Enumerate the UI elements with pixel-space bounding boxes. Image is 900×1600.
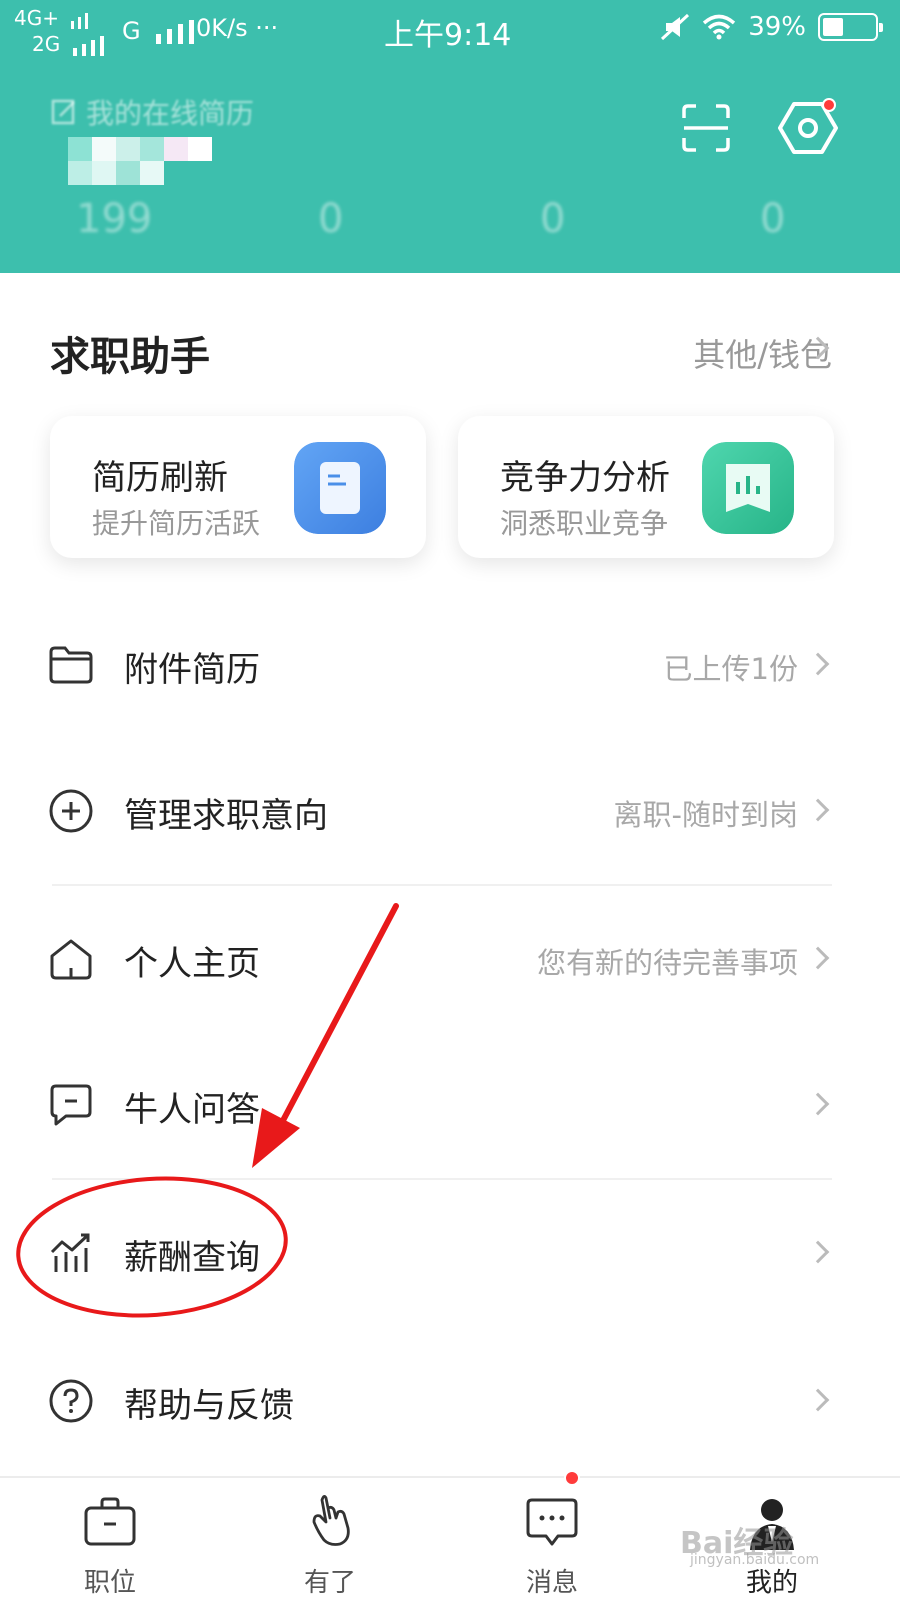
- tab-label: 有了: [303, 1568, 356, 1598]
- card-title: 竞争力分析: [500, 458, 670, 498]
- resume-refresh-card[interactable]: 简历刷新 提升简历活跃: [50, 416, 426, 558]
- mute-icon: [661, 13, 690, 41]
- menu-item-homepage[interactable]: 个人主页 您有新的待完善事项: [0, 898, 900, 1018]
- battery-icon: [818, 13, 883, 41]
- settings-badge: [822, 98, 836, 112]
- online-resume-link[interactable]: 我的在线简历: [50, 92, 254, 132]
- menu-item-qa[interactable]: 牛人问答: [0, 1044, 900, 1164]
- chevron-right-icon: [806, 798, 830, 822]
- chevron-right-icon: [806, 946, 830, 970]
- job-helper-title: 求职助手: [50, 334, 210, 380]
- home-icon: [50, 939, 92, 980]
- tab-label: 职位: [83, 1568, 136, 1598]
- tab-messages[interactable]: 消息: [492, 1470, 612, 1600]
- stat-value[interactable]: 0: [318, 196, 343, 242]
- watermark-url: jingyan.baidu.com: [690, 1552, 820, 1568]
- message-badge: [564, 1470, 580, 1486]
- briefcase-icon: [84, 1497, 136, 1546]
- menu-label: 帮助与反馈: [124, 1386, 294, 1426]
- menu-value: 已上传1份: [663, 652, 798, 686]
- menu-value: 您有新的待完善事项: [536, 946, 798, 980]
- menu-label: 薪酬查询: [124, 1238, 260, 1278]
- menu-item-job-intention[interactable]: 管理求职意向 离职-随时到岗: [0, 750, 900, 870]
- profile-stats: 199 0 0 0: [0, 196, 900, 258]
- signal-icon: [156, 20, 195, 44]
- card-title: 简历刷新: [92, 458, 228, 498]
- scan-icon[interactable]: [682, 104, 730, 152]
- wifi-icon: [703, 14, 736, 40]
- tab-youle[interactable]: 有了: [270, 1478, 390, 1600]
- edit-icon: [51, 99, 75, 125]
- tab-jobs[interactable]: 职位: [50, 1478, 170, 1600]
- menu-label: 附件简历: [124, 650, 260, 690]
- help-icon: [49, 1379, 93, 1423]
- status-bar: 4G+ 2G G 0K/s ··· 上午9:14 39%: [0, 0, 900, 62]
- competitiveness-card[interactable]: 竞争力分析 洞悉职业竞争: [458, 416, 834, 558]
- network-g-label: G: [122, 17, 141, 45]
- signal-icon: [72, 35, 104, 56]
- menu-value: 离职-随时到岗: [613, 798, 798, 832]
- more-dots: ···: [255, 14, 279, 42]
- stat-value[interactable]: 0: [540, 196, 565, 242]
- divider: [52, 884, 832, 886]
- signal-icon: [71, 12, 89, 29]
- battery-percent: 39%: [748, 12, 806, 42]
- chevron-right-icon: [806, 1240, 830, 1264]
- tab-label: 消息: [525, 1568, 578, 1598]
- divider: [52, 1178, 832, 1180]
- bar-chart-icon: [702, 442, 794, 534]
- online-resume-label: 我的在线简历: [86, 97, 255, 130]
- card-subtitle: 洞悉职业竞争: [500, 507, 669, 540]
- chevron-right-icon: [806, 1388, 830, 1412]
- menu-item-attachment-resume[interactable]: 附件简历 已上传1份: [0, 604, 900, 724]
- resume-doc-icon: [294, 442, 386, 534]
- menu-label: 管理求职意向: [124, 796, 328, 836]
- salary-chart-icon: [50, 1233, 90, 1272]
- menu-item-help-feedback[interactable]: 帮助与反馈: [0, 1340, 900, 1460]
- menu-label: 牛人问答: [124, 1090, 260, 1130]
- card-subtitle: 提升简历活跃: [92, 507, 261, 540]
- folder-icon: [49, 646, 93, 684]
- menu-item-salary-query[interactable]: 薪酬查询: [0, 1192, 900, 1312]
- status-right: 39%: [660, 12, 883, 42]
- network-speed: 0K/s ···: [196, 14, 279, 42]
- network-2g-label: 2G: [32, 32, 61, 56]
- menu-label: 个人主页: [124, 944, 260, 984]
- clock: 上午9:14: [384, 18, 512, 53]
- stat-value[interactable]: 199: [76, 196, 152, 242]
- hand-icon: [312, 1495, 350, 1546]
- username-pixelated: [68, 137, 212, 187]
- stat-value[interactable]: 0: [760, 196, 785, 242]
- profile-header: 4G+ 2G G 0K/s ··· 上午9:14 39% 我的在线简历 199 …: [0, 0, 900, 273]
- chevron-right-icon: [806, 652, 830, 676]
- chevron-right-icon: [806, 1092, 830, 1116]
- network-4g-label: 4G+: [14, 6, 59, 30]
- plus-circle-icon: [49, 789, 93, 833]
- message-icon: [526, 1498, 578, 1546]
- chat-icon: [50, 1084, 92, 1126]
